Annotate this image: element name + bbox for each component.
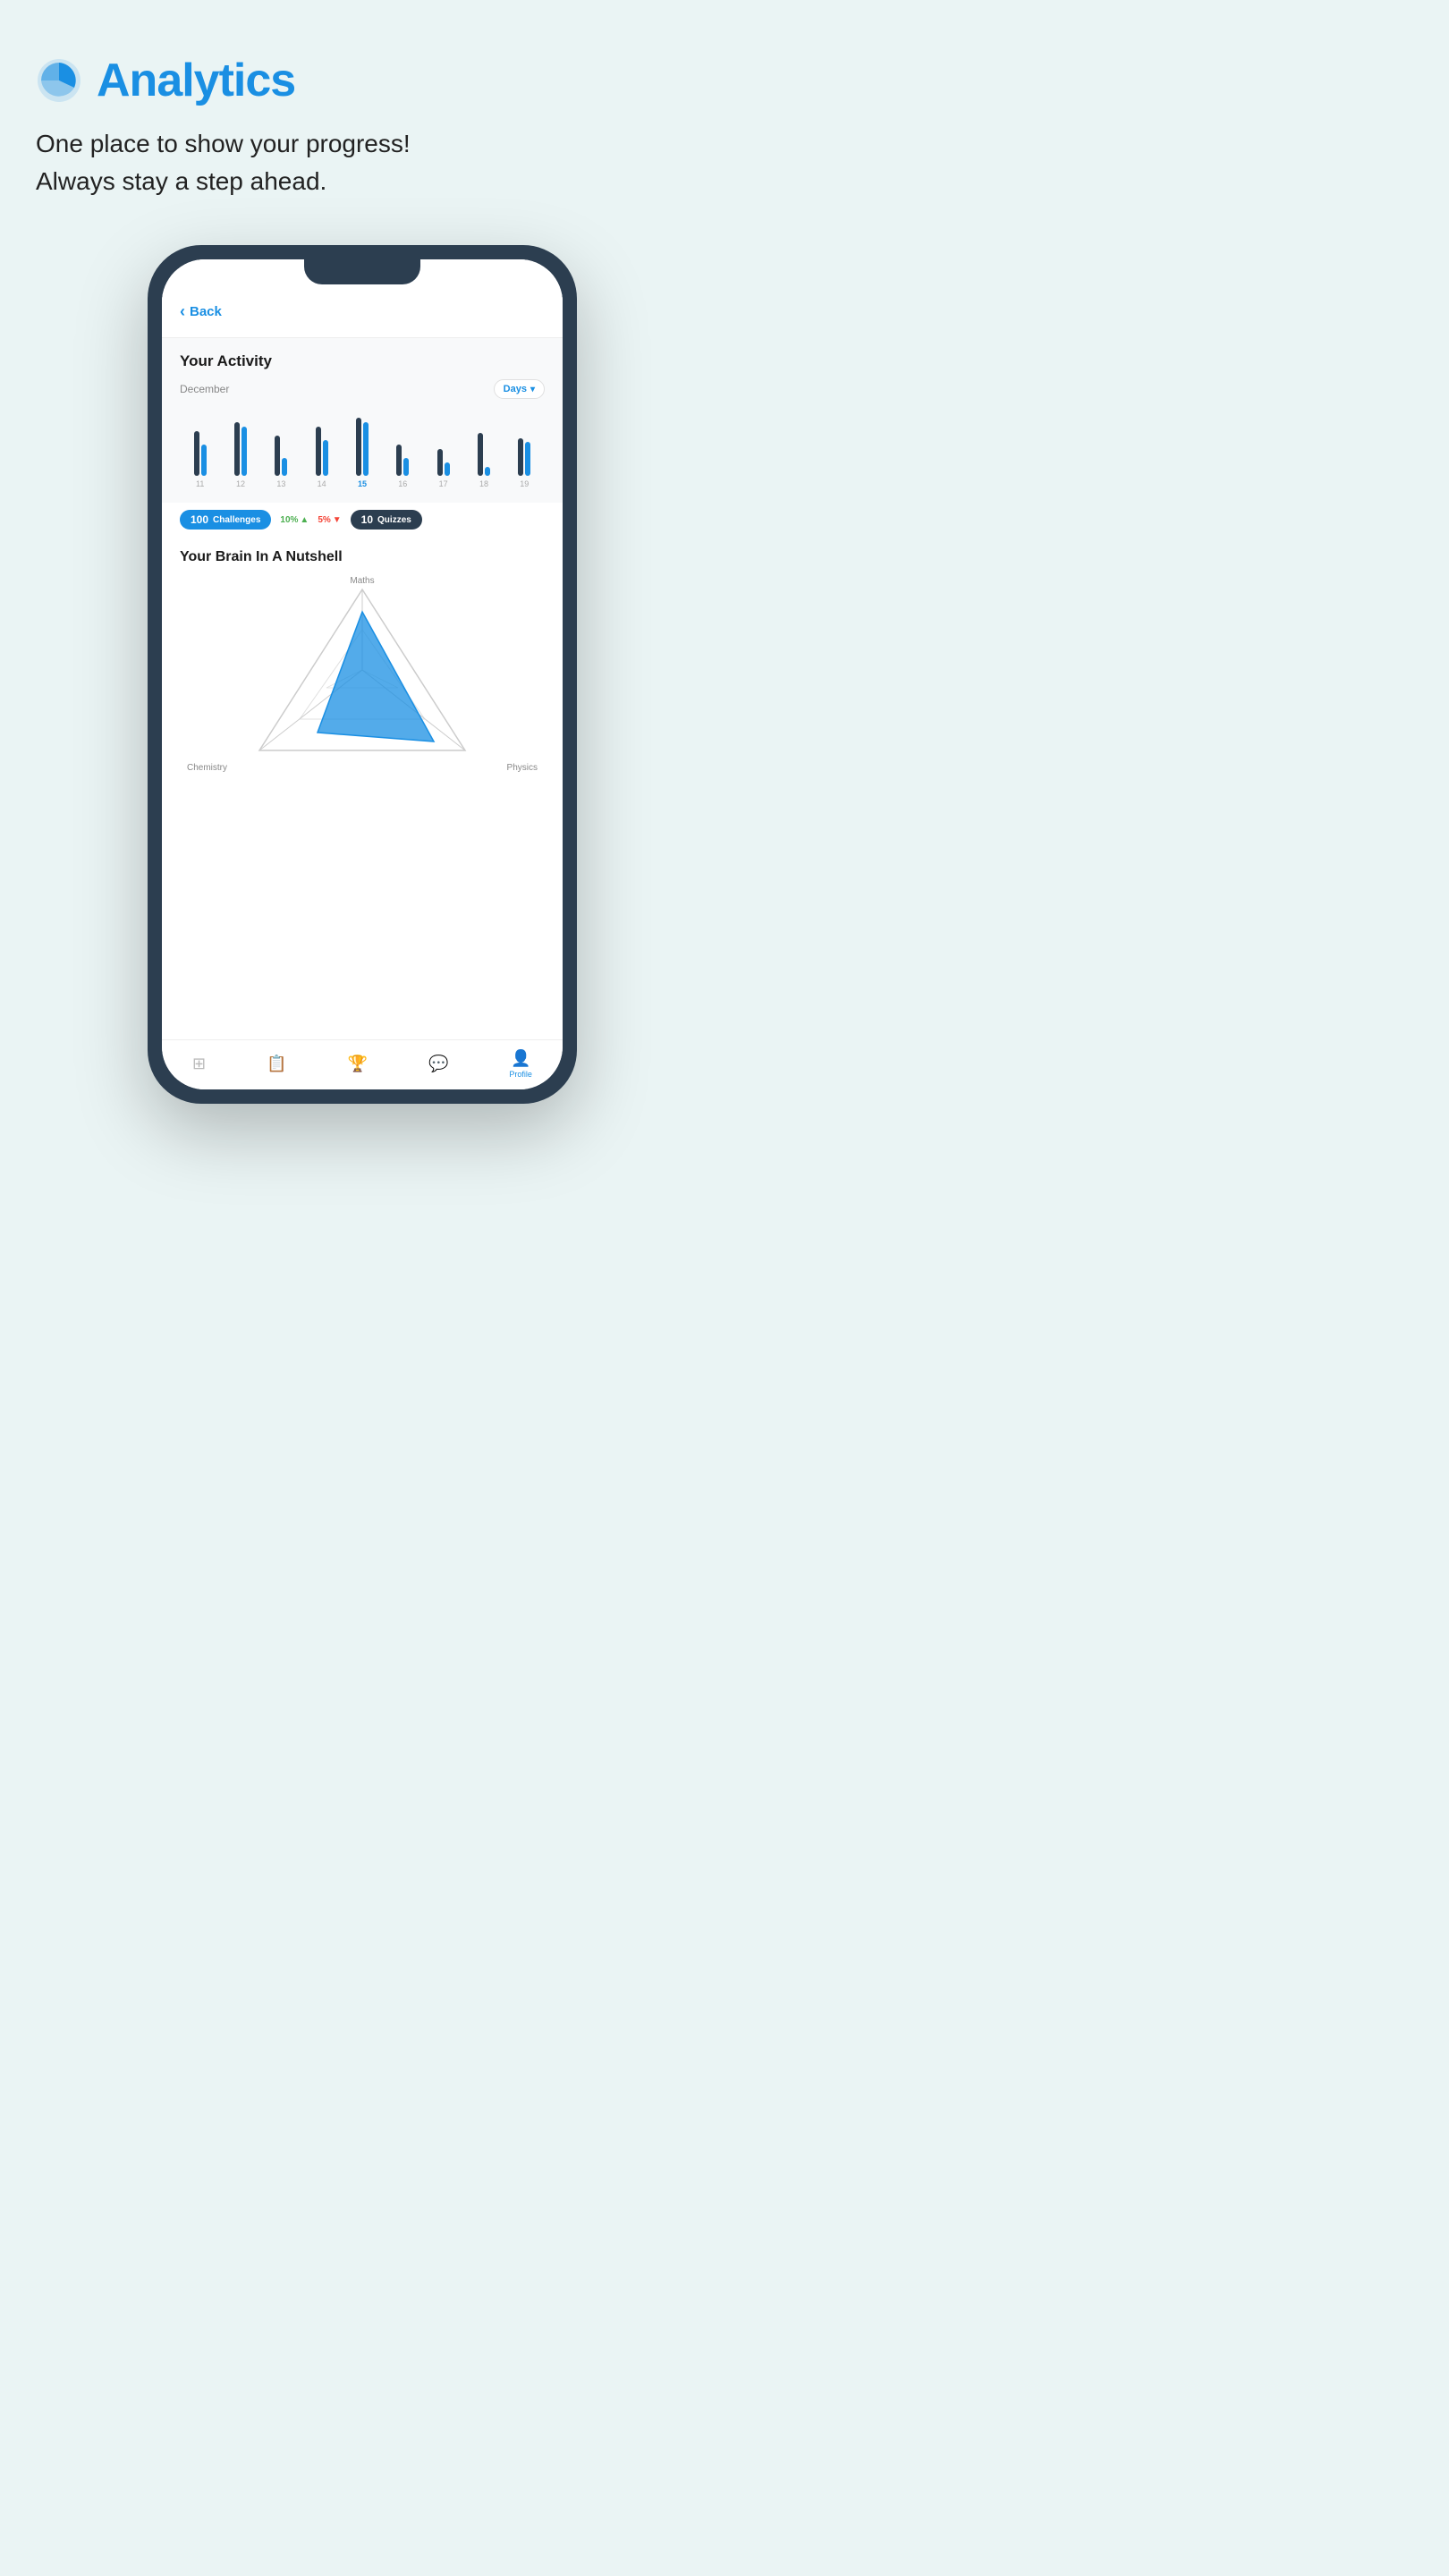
page-container: Analytics One place to show your progres… bbox=[0, 0, 724, 1140]
radar-label-chemistry: Chemistry bbox=[187, 763, 227, 773]
bar-dark-19 bbox=[518, 438, 523, 476]
radar-chart-container: Maths bbox=[180, 576, 545, 773]
bar-group-19: 19 bbox=[508, 411, 541, 488]
analytics-icon bbox=[36, 57, 82, 104]
back-label: Back bbox=[190, 304, 222, 319]
lessons-icon: 📋 bbox=[267, 1055, 286, 1073]
quizzes-count: 10 bbox=[361, 513, 373, 526]
profile-nav-label: Profile bbox=[509, 1070, 532, 1079]
change2-value: 5% bbox=[318, 515, 330, 525]
trophy-icon: 🏆 bbox=[348, 1055, 368, 1073]
back-button[interactable]: ‹ Back bbox=[180, 302, 545, 321]
bar-group-14: 14 bbox=[305, 411, 338, 488]
days-dropdown[interactable]: Days ▾ bbox=[494, 379, 545, 399]
change1-arrow-icon: ▲ bbox=[300, 515, 309, 525]
bar-group-17: 17 bbox=[427, 411, 460, 488]
challenges-label: Challenges bbox=[213, 515, 260, 525]
activity-title: Your Activity bbox=[180, 352, 545, 370]
bar-group-15: 15 bbox=[345, 411, 378, 488]
bar-label-19: 19 bbox=[520, 479, 529, 488]
page-subtitle: One place to show your progress! Always … bbox=[36, 125, 411, 200]
phone-mockup: ‹ Back Your Activity December Days ▾ bbox=[148, 245, 577, 1104]
bar-blue-14 bbox=[323, 440, 328, 476]
phone-screen: ‹ Back Your Activity December Days ▾ bbox=[162, 259, 563, 1089]
bar-label-11: 11 bbox=[196, 479, 204, 488]
profile-icon: 👤 bbox=[511, 1049, 530, 1068]
bar-blue-12 bbox=[242, 427, 247, 476]
nav-profile[interactable]: 👤 Profile bbox=[509, 1049, 532, 1079]
nav-achievements[interactable]: 🏆 bbox=[348, 1055, 368, 1073]
challenges-badge: 100 Challenges bbox=[180, 510, 271, 530]
chevron-down-icon: ▾ bbox=[530, 385, 535, 394]
bar-label-14: 14 bbox=[318, 479, 326, 488]
bar-blue-13 bbox=[282, 458, 287, 476]
back-chevron-icon: ‹ bbox=[180, 302, 185, 321]
bar-blue-11 bbox=[201, 445, 207, 476]
change1-value: 10% bbox=[280, 515, 298, 525]
radar-label-maths: Maths bbox=[350, 576, 374, 586]
days-label: Days bbox=[504, 384, 527, 394]
bar-label-16: 16 bbox=[398, 479, 407, 488]
nav-lessons[interactable]: 📋 bbox=[267, 1055, 286, 1073]
bar-group-11: 11 bbox=[183, 411, 216, 488]
bar-dark-13 bbox=[275, 436, 280, 476]
activity-section: Your Activity December Days ▾ bbox=[162, 338, 563, 503]
radar-chart bbox=[246, 576, 479, 773]
bar-label-13: 13 bbox=[276, 479, 285, 488]
change2-indicator: 5% ▼ bbox=[318, 515, 341, 525]
bar-dark-18 bbox=[478, 433, 483, 476]
month-label: December bbox=[180, 383, 229, 395]
bar-group-18: 18 bbox=[467, 411, 500, 488]
bar-dark-15 bbox=[356, 418, 361, 476]
change1-indicator: 10% ▲ bbox=[280, 515, 309, 525]
page-title: Analytics bbox=[97, 54, 295, 107]
stats-row: 100 Challenges 10% ▲ 5% ▼ 10 bbox=[180, 510, 545, 530]
phone-notch bbox=[304, 259, 420, 284]
bar-dark-14 bbox=[316, 427, 321, 476]
bar-label-15: 15 bbox=[358, 479, 367, 488]
activity-header: December Days ▾ bbox=[180, 379, 545, 399]
bar-group-16: 16 bbox=[386, 411, 419, 488]
bar-dark-16 bbox=[396, 445, 402, 476]
bar-blue-16 bbox=[403, 458, 409, 476]
bar-dark-12 bbox=[234, 422, 240, 476]
bar-chart: 11 12 bbox=[180, 408, 545, 488]
home-icon: ⊞ bbox=[192, 1055, 206, 1073]
page-header: Analytics bbox=[36, 54, 295, 107]
bar-blue-17 bbox=[445, 462, 450, 476]
radar-label-physics: Physics bbox=[507, 763, 538, 773]
bar-blue-15 bbox=[363, 422, 369, 476]
chat-icon: 💬 bbox=[428, 1055, 448, 1073]
quizzes-label: Quizzes bbox=[377, 515, 411, 525]
bar-label-17: 17 bbox=[439, 479, 448, 488]
change2-arrow-icon: ▼ bbox=[333, 515, 342, 525]
brain-title: Your Brain In A Nutshell bbox=[180, 549, 545, 565]
challenges-count: 100 bbox=[191, 513, 208, 526]
bar-dark-17 bbox=[437, 449, 443, 476]
bar-group-13: 13 bbox=[265, 411, 298, 488]
bar-label-12: 12 bbox=[236, 479, 245, 488]
quizzes-badge: 10 Quizzes bbox=[351, 510, 422, 530]
bar-dark-11 bbox=[194, 431, 199, 476]
bottom-nav: ⊞ 📋 🏆 💬 👤 Profile bbox=[162, 1039, 563, 1089]
nav-chat[interactable]: 💬 bbox=[428, 1055, 448, 1073]
screen-content: ‹ Back Your Activity December Days ▾ bbox=[162, 259, 563, 1039]
bar-blue-18 bbox=[485, 467, 490, 476]
nav-home[interactable]: ⊞ bbox=[192, 1055, 206, 1073]
bar-label-18: 18 bbox=[479, 479, 488, 488]
phone-wrapper: ‹ Back Your Activity December Days ▾ bbox=[36, 245, 689, 1104]
bar-blue-19 bbox=[525, 442, 530, 476]
brain-section: Your Brain In A Nutshell Maths bbox=[162, 538, 563, 784]
bar-group-12: 12 bbox=[224, 411, 257, 488]
